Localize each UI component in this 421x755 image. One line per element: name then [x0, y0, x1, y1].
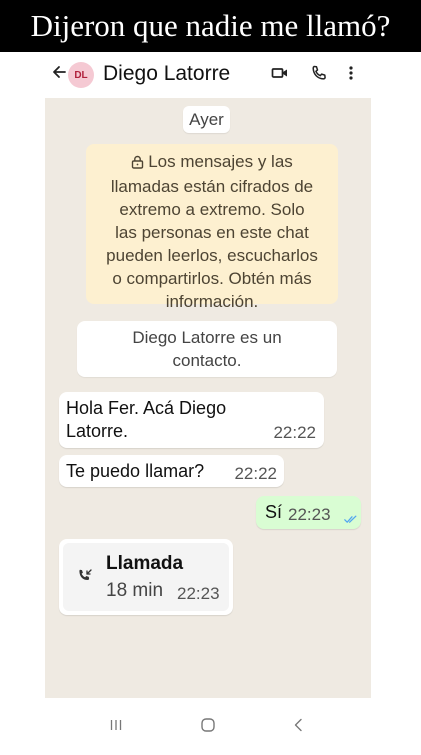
contact-notice[interactable]: Diego Latorre es un contacto.	[77, 321, 337, 377]
call-title: Llamada	[106, 553, 184, 574]
message-bubble-incoming[interactable]: Te puedo llamar? 22:22	[59, 455, 284, 487]
notice-line: o compartirlos. Obtén más	[112, 269, 312, 288]
encryption-notice[interactable]: Los mensajes y las llamadas están cifrad…	[86, 144, 338, 311]
read-double-check-icon	[344, 508, 357, 529]
contact-notice-line: Diego Latorre es un	[132, 328, 282, 347]
call-card[interactable]: Llamada 18 min 22:23	[59, 539, 233, 615]
more-options-icon[interactable]	[347, 64, 355, 87]
call-duration: 18 min	[106, 580, 164, 601]
message-time: 22:22	[234, 464, 277, 483]
message-text: Te puedo llamar?	[66, 461, 205, 481]
lock-icon	[131, 152, 144, 175]
system-navigation-bar	[45, 698, 371, 755]
missed-incoming-call-icon	[77, 568, 93, 589]
date-chip: Ayer	[183, 106, 230, 133]
notice-line: las personas en este chat	[115, 223, 309, 242]
back-nav-icon[interactable]	[293, 718, 303, 737]
message-text: Latorre.	[66, 421, 129, 441]
chat-header: DL Diego Latorre	[45, 52, 371, 98]
video-call-icon[interactable]	[271, 64, 289, 87]
recent-apps-icon[interactable]	[109, 718, 123, 737]
voice-call-icon[interactable]	[310, 64, 328, 87]
contact-notice-line: contacto.	[172, 351, 242, 370]
message-text: Sí	[265, 502, 283, 522]
message-time: 22:22	[273, 423, 316, 442]
contact-name[interactable]: Diego Latorre	[103, 62, 230, 86]
notice-line: extremo a extremo. Solo	[119, 200, 305, 219]
avatar[interactable]: DL	[68, 62, 94, 88]
back-arrow-icon[interactable]	[51, 63, 67, 86]
notice-line: llamadas están cifrados de	[110, 177, 314, 196]
call-card-body: Llamada 18 min 22:23	[63, 543, 229, 611]
phone-screen: DL Diego Latorre Ayer Los mensajes y las…	[45, 52, 371, 755]
message-bubble-outgoing[interactable]: Sí 22:23	[256, 496, 361, 529]
message-time: 22:23	[288, 505, 331, 524]
notice-line: pueden leerlos, escucharlos	[106, 246, 318, 265]
chat-area[interactable]: Ayer Los mensajes y las llamadas están c…	[45, 98, 371, 698]
message-text: Hola Fer. Acá Diego	[66, 398, 227, 418]
call-time: 22:23	[177, 584, 220, 603]
notice-line: Los mensajes y las	[86, 150, 338, 175]
notice-line: información.	[165, 292, 259, 311]
home-icon[interactable]	[200, 717, 216, 738]
video-caption: Dijeron que nadie me llamó?	[0, 0, 421, 52]
message-bubble-incoming[interactable]: Hola Fer. Acá Diego Latorre. 22:22	[59, 392, 324, 448]
